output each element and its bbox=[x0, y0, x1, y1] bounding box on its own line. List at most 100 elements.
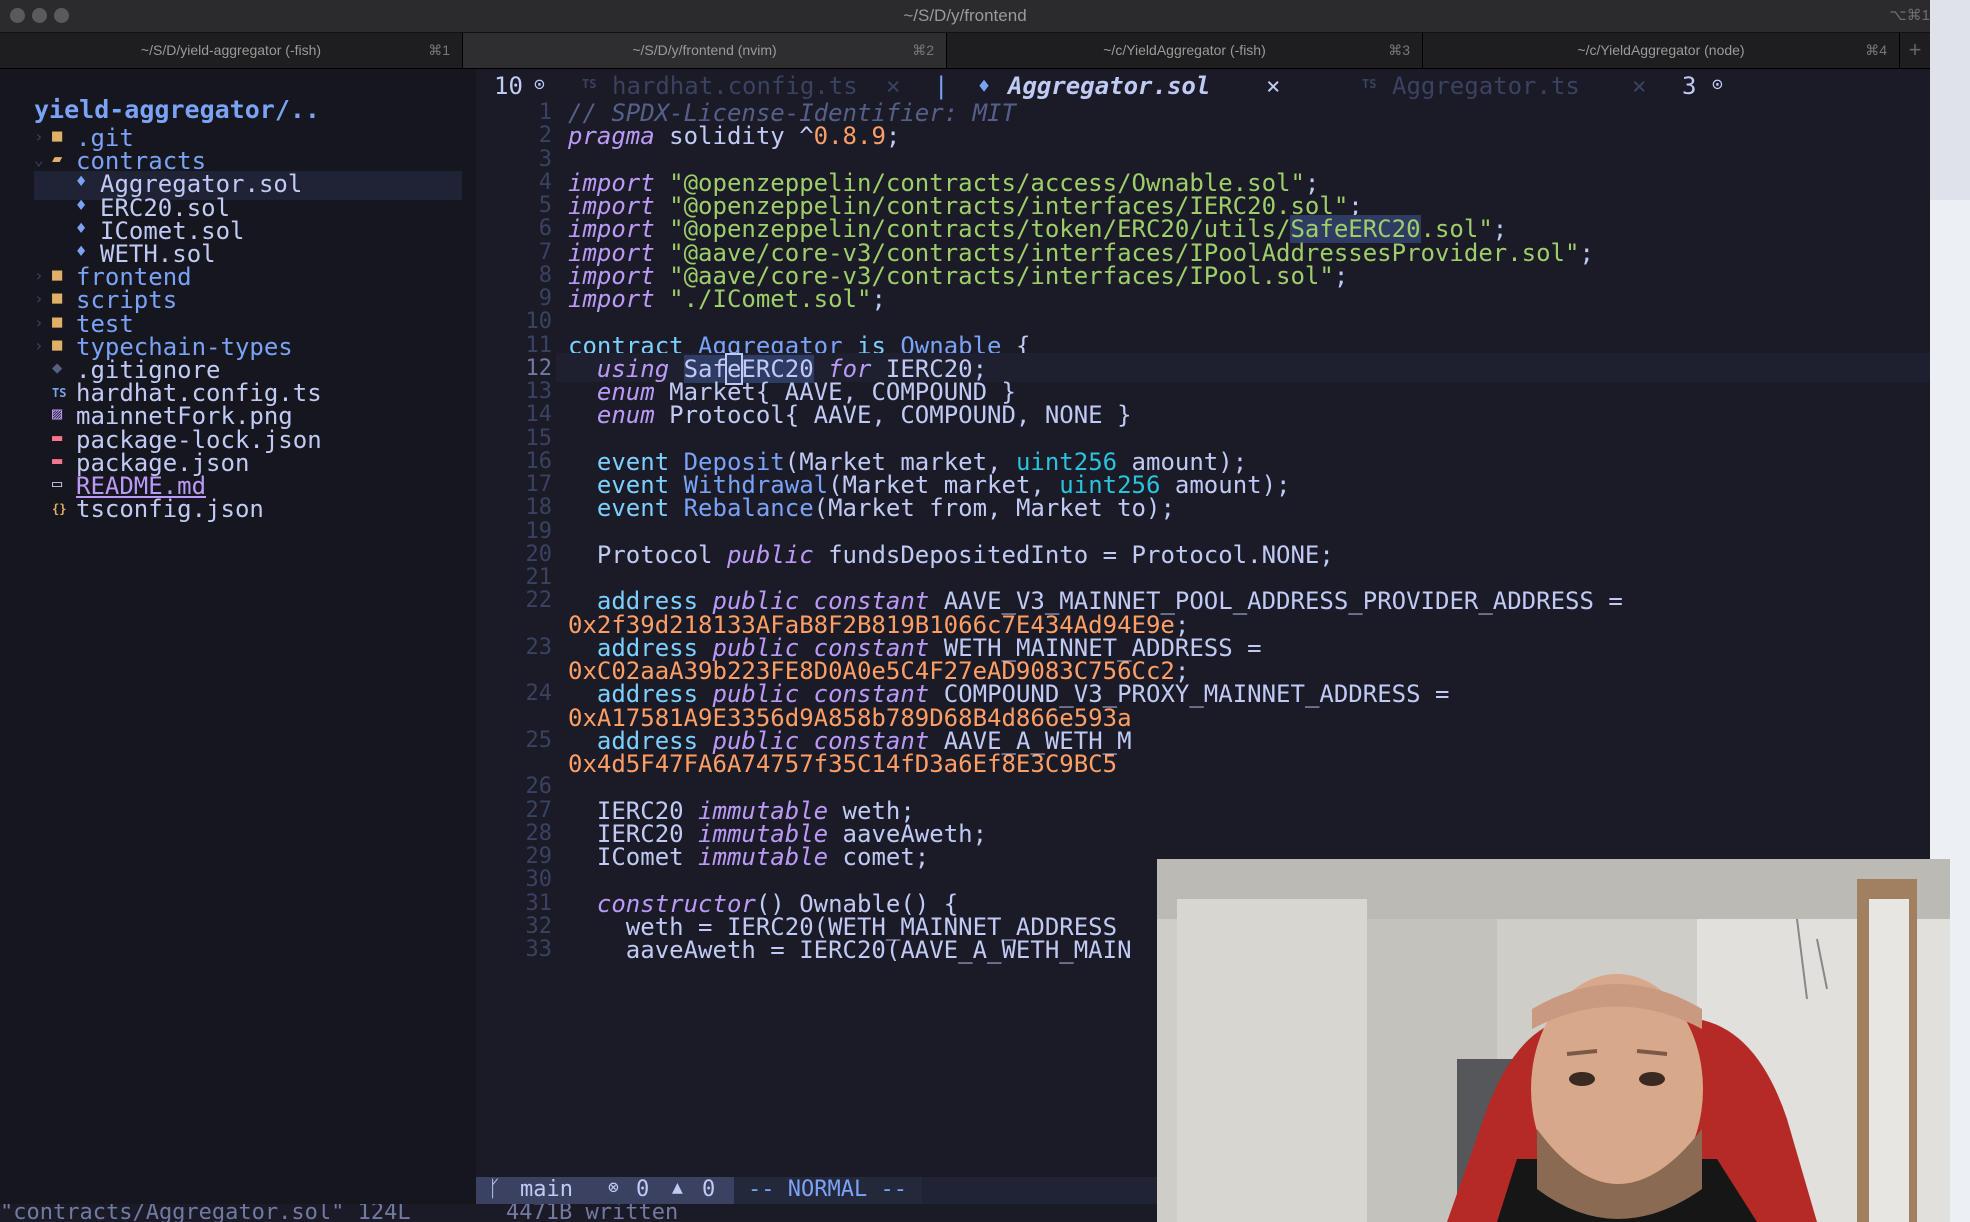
code-line[interactable]: import "./IComet.sol"; bbox=[568, 285, 886, 313]
code-line[interactable]: IComet immutable comet; bbox=[568, 843, 929, 871]
arrow-circle-icon[interactable]: ⊙ bbox=[534, 74, 545, 95]
line-number: 22 bbox=[525, 588, 553, 614]
code-token: ; bbox=[1333, 261, 1349, 290]
line-number: 15 bbox=[525, 425, 553, 451]
tree-item-aggregator-sol[interactable]: ♦ Aggregator.sol bbox=[34, 170, 462, 201]
line-number: 6 bbox=[538, 216, 552, 242]
line-number: 9 bbox=[538, 286, 552, 311]
explorer-root[interactable]: yield-aggregator/.. bbox=[34, 95, 320, 124]
vim-mode-label: -- NORMAL -- bbox=[748, 1177, 907, 1202]
git-branch-icon: ᚴ bbox=[488, 1177, 502, 1202]
chevron-right-icon[interactable]: › bbox=[34, 127, 44, 146]
code-line[interactable]: 0x4d5F47FA6A74757f35C14fD3a6Ef8E3C9BC5 bbox=[568, 750, 1117, 778]
terminal-tab-shortcut: ⌘1 bbox=[428, 42, 450, 58]
folder-icon: ■ bbox=[52, 126, 63, 146]
line-number: 2 bbox=[538, 123, 552, 149]
json-file-icon: {} bbox=[52, 502, 67, 517]
code-token: solidity ^ bbox=[654, 122, 814, 151]
line-number: 29 bbox=[525, 844, 553, 869]
code-line[interactable]: event Rebalance(Market from, Market to); bbox=[568, 494, 1175, 522]
code-token: IComet bbox=[568, 843, 699, 871]
solidity-file-icon: ♦ bbox=[76, 172, 87, 193]
typescript-icon: TS bbox=[1362, 77, 1377, 91]
terminal-tab-shortcut: ⌘3 bbox=[1388, 42, 1410, 58]
code-line[interactable]: pragma solidity ^0.8.9; bbox=[568, 122, 900, 150]
code-token: immutable bbox=[698, 843, 829, 871]
npm-file-icon: ▬ bbox=[52, 450, 63, 471]
solidity-file-icon: ♦ bbox=[76, 242, 87, 262]
warning-count: 0 bbox=[702, 1177, 716, 1202]
terminal-tab-2[interactable]: ~/S/D/y/frontend (nvim) ⌘2 bbox=[463, 33, 947, 68]
line-number: 28 bbox=[525, 820, 553, 846]
git-status-section: ᚴ main ⊗ 0 ▲ 0 bbox=[476, 1177, 734, 1205]
terminal-tab-shortcut: ⌘4 bbox=[1865, 42, 1887, 58]
line-number: 10 bbox=[525, 309, 553, 335]
line-number: 7 bbox=[538, 239, 552, 265]
line-number: 19 bbox=[525, 518, 553, 544]
line-number: 5 bbox=[538, 193, 552, 218]
code-token: event bbox=[596, 494, 670, 523]
solidity-file-icon: ♦ bbox=[76, 195, 87, 216]
code-token: amount); bbox=[1160, 471, 1291, 499]
chevron-right-icon[interactable]: › bbox=[34, 336, 44, 355]
folder-icon: ■ bbox=[52, 311, 63, 332]
tree-item-label: tsconfig.json bbox=[76, 495, 264, 524]
chevron-right-icon[interactable]: › bbox=[34, 289, 44, 308]
arrow-circle-icon[interactable]: ⊙ bbox=[1712, 74, 1723, 95]
code-line[interactable]: aaveAweth = IERC20(AAVE_A_WETH_MAIN bbox=[568, 936, 1132, 964]
code-token: fundsDepositedInto = Protocol.NONE; bbox=[813, 540, 1334, 569]
hidden-buffers-right-count: 3 bbox=[1682, 72, 1697, 100]
new-tab-button[interactable]: + bbox=[1900, 33, 1930, 68]
code-token: pragma bbox=[568, 122, 655, 151]
code-token: Rebalance bbox=[683, 494, 814, 523]
code-line[interactable]: Protocol public fundsDepositedInto = Pro… bbox=[568, 541, 1334, 569]
window-title: ~/S/D/y/frontend bbox=[903, 6, 1027, 25]
npm-file-icon: ▬ bbox=[52, 427, 63, 448]
hidden-buffers-left-count: 10 bbox=[494, 72, 523, 100]
folder-open-icon: ▰ bbox=[52, 149, 63, 170]
line-number: 14 bbox=[525, 402, 553, 428]
terminal-tab-3[interactable]: ~/c/YieldAggregator (-fish) ⌘3 bbox=[947, 33, 1423, 68]
line-number: 13 bbox=[525, 379, 553, 404]
line-number: 17 bbox=[525, 472, 553, 497]
terminal-tab-bar: ~/S/D/yield-aggregator (-fish) ⌘1 ~/S/D/… bbox=[0, 33, 1930, 69]
close-icon[interactable]: × bbox=[886, 72, 900, 100]
terminal-tab-label: ~/S/D/y/frontend (nvim) bbox=[632, 42, 777, 58]
line-number: 3 bbox=[538, 146, 552, 172]
code-token: ; bbox=[871, 285, 886, 313]
solidity-icon: ♦ bbox=[978, 74, 991, 98]
solidity-file-icon: ♦ bbox=[76, 218, 87, 239]
code-line[interactable]: enum Protocol{ AAVE, COMPOUND, NONE } bbox=[568, 401, 1132, 429]
line-number: 33 bbox=[525, 937, 553, 962]
error-count: 0 bbox=[636, 1177, 650, 1202]
code-token: aaveAweth = IERC20(AAVE_A_WETH_MAIN bbox=[568, 936, 1132, 964]
terminal-tab-1[interactable]: ~/S/D/yield-aggregator (-fish) ⌘1 bbox=[0, 33, 463, 68]
code-token: ; bbox=[885, 122, 901, 151]
line-number: 31 bbox=[525, 890, 553, 916]
close-icon[interactable]: × bbox=[1632, 72, 1646, 100]
line-number: 18 bbox=[525, 495, 553, 521]
code-token: (Market from, Market to); bbox=[813, 494, 1175, 523]
terminal-tab-label: ~/S/D/yield-aggregator (-fish) bbox=[140, 42, 322, 58]
warning-icon: ▲ bbox=[672, 1177, 683, 1198]
folder-icon: ■ bbox=[52, 265, 63, 286]
buffer-tab-aggregator-ts[interactable]: Aggregator.ts bbox=[1392, 72, 1580, 100]
chevron-down-icon[interactable]: ⌄ bbox=[34, 150, 44, 169]
line-number: 21 bbox=[525, 565, 553, 590]
close-icon[interactable]: × bbox=[1266, 72, 1280, 100]
git-file-icon: ◆ bbox=[52, 358, 63, 378]
line-number: 16 bbox=[525, 448, 553, 474]
buffer-tab-aggregator-sol[interactable]: Aggregator.sol bbox=[1008, 72, 1210, 100]
error-icon: ⊗ bbox=[608, 1177, 619, 1198]
chevron-right-icon[interactable]: › bbox=[34, 266, 44, 285]
typescript-icon: TS bbox=[582, 77, 597, 91]
line-number: 8 bbox=[538, 262, 552, 288]
chevron-right-icon[interactable]: › bbox=[34, 313, 44, 332]
terminal-tab-4[interactable]: ~/c/YieldAggregator (node) ⌘4 bbox=[1423, 33, 1900, 68]
buffer-tab-hardhat-config[interactable]: hardhat.config.ts bbox=[612, 72, 858, 100]
webcam-overlay bbox=[1157, 859, 1950, 1222]
code-token: "./IComet.sol" bbox=[669, 285, 872, 313]
